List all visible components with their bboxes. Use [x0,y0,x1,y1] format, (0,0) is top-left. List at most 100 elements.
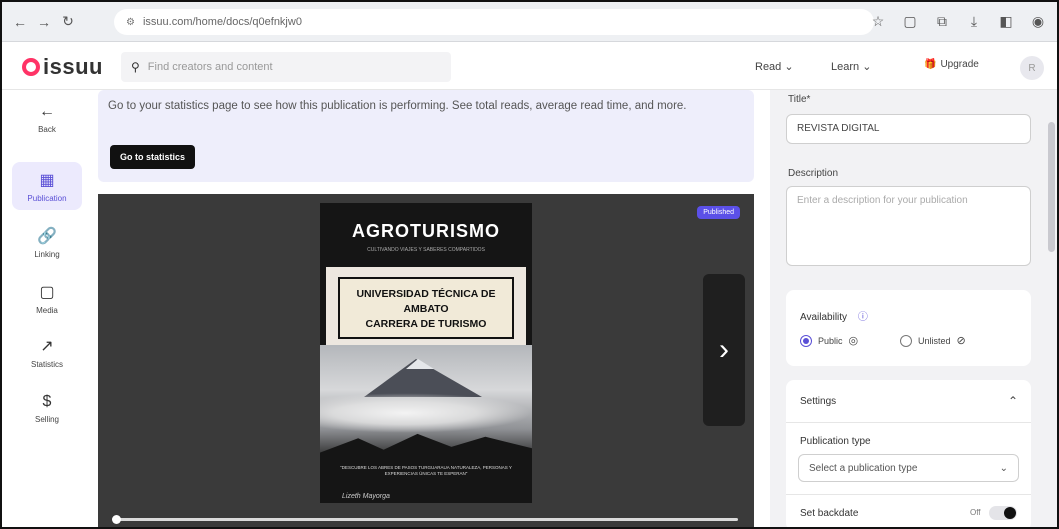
banner-text: Go to your statistics page to see how th… [108,100,687,112]
cover-plate: UNIVERSIDAD TÉCNICA DE AMBATO CARRERA DE… [338,277,514,339]
star-icon[interactable]: ☆ [867,10,889,32]
app-header: issuu ⚲ Find creators and content Read ⌄… [2,42,1057,90]
publication-cover[interactable]: AGROTURISMO CULTIVANDO VIAJES Y SABERES … [320,203,532,503]
sidebar-item-media[interactable]: ▢ Media [12,274,82,322]
go-to-statistics-button[interactable]: Go to statistics [110,145,196,169]
eye-icon: ◎ [848,335,859,347]
url-text: issuu.com/home/docs/q0efnkjw0 [142,16,302,28]
media-icon: ▢ [39,283,55,301]
chevron-down-icon: ⌄ [862,61,872,73]
sidebar-item-label: Selling [34,414,59,424]
logo-text: issuu [43,54,103,79]
publication-type-value: Select a publication type [809,462,918,474]
scrubber-handle[interactable] [112,515,121,524]
public-label: Public [818,335,843,346]
cover-plate-line: CARRERA DE TURISMO [365,318,487,330]
description-label: Description [788,168,839,179]
cover-plate-line: UNIVERSIDAD TÉCNICA DE [356,288,496,300]
cover-snowcap [406,359,434,369]
search-placeholder: Find creators and content [147,61,273,73]
upgrade-label: Upgrade [940,59,979,70]
description-field[interactable]: Enter a description for your publication [786,186,1031,266]
next-page-button[interactable]: › [703,274,745,426]
title-field[interactable]: REVISTA DIGITAL [786,114,1031,144]
chevron-down-icon: ⌄ [999,462,1008,474]
sidebar-item-publication[interactable]: ▦ Publication [12,162,82,210]
read-menu[interactable]: Read ⌄ [755,60,794,73]
details-panel: Title* REVISTA DIGITAL Description Enter… [770,90,1057,527]
avatar[interactable]: R [1020,56,1044,80]
unlisted-radio[interactable]: Unlisted ⊘ [900,334,966,347]
trend-icon: ↗ [40,337,54,355]
extension-icon[interactable]: ▢ [899,10,921,32]
public-radio[interactable]: Public ◎ [800,334,858,347]
learn-menu[interactable]: Learn ⌄ [831,60,871,73]
issuu-logo[interactable]: issuu [22,54,103,80]
publication-type-label: Publication type [800,436,871,447]
download-icon[interactable]: ⤓ [963,10,985,32]
sidebar-item-label: Back [38,124,56,134]
profile-icon[interactable]: ◉ [1027,10,1049,32]
radio-indicator [900,334,912,347]
browser-actions: ☆ ▢ ⧉ ⤓ ◧ ◉ [867,10,1049,32]
info-icon[interactable]: ⓘ [858,312,868,323]
browser-toolbar: ← → ↻ ⚙ issuu.com/home/docs/q0efnkjw0 ☆ … [2,2,1057,42]
arrow-left-icon: ← [39,102,55,120]
sidebar-item-label: Statistics [30,359,63,369]
sidebar-item-label: Linking [34,249,60,259]
cover-title: AGROTURISMO [352,221,500,241]
search-input[interactable]: ⚲ Find creators and content [121,52,451,82]
sidebar-item-back[interactable]: ← Back [12,94,82,142]
site-info-icon[interactable]: ⚙ [126,17,135,28]
logo-mark-icon [22,58,40,76]
availability-card: Availability ⓘ Public ◎ Unlisted ⊘ [786,290,1031,366]
chevron-down-icon: ⌄ [784,61,794,73]
book-icon: ▦ [39,171,55,189]
title-label: Title* [788,94,811,105]
sidebar-item-label: Media [36,305,58,315]
cover-plate-line: AMBATO [403,303,449,315]
page-scrubber[interactable] [112,515,738,524]
puzzle-icon[interactable]: ⧉ [931,10,953,32]
forward-icon[interactable]: → [32,10,56,34]
gift-icon: 🎁 [924,59,937,70]
cover-signature: Lizeth Mayorga [342,493,390,500]
statistics-banner: Go to your statistics page to see how th… [98,90,754,182]
upgrade-button[interactable]: 🎁 Upgrade [924,59,979,70]
divider [786,422,1031,423]
link-icon: 🔗 [37,227,57,245]
backdate-state: Off [970,508,981,517]
publication-viewer: Published AGROTURISMO CULTIVANDO VIAJES … [98,194,754,527]
settings-label: Settings [800,396,837,407]
chevron-up-icon[interactable]: ⌃ [1008,394,1018,408]
back-icon[interactable]: ← [8,10,32,34]
sidebar-item-linking[interactable]: 🔗 Linking [12,218,82,266]
availability-label: Availability ⓘ [800,308,868,323]
learn-label: Learn [831,61,860,73]
dollar-icon: $ [42,392,52,410]
screenshot-frame: ← → ↻ ⚙ issuu.com/home/docs/q0efnkjw0 ☆ … [0,0,1059,529]
status-badge: Published [697,206,740,219]
sidebar-item-statistics[interactable]: ↗ Statistics [12,328,82,376]
backdate-toggle[interactable] [989,506,1017,520]
chevron-right-icon: › [719,333,729,366]
read-label: Read [755,61,782,73]
cover-quote: "DESCUBRE LOS ABRES DE PASOS TURGUARAUA … [340,465,512,476]
cover-subtitle: CULTIVANDO VIAJES Y SABERES COMPARTIDOS [367,247,485,253]
backdate-label: Set backdate [800,508,859,519]
sidebar-icon[interactable]: ◧ [995,10,1017,32]
settings-card: Settings ⌃ Publication type Select a pub… [786,380,1031,527]
search-icon: ⚲ [131,60,140,74]
publication-type-select[interactable]: Select a publication type ⌄ [798,454,1019,482]
divider [786,494,1031,495]
panel-scrollbar[interactable] [1048,122,1055,252]
reload-icon[interactable]: ↻ [56,10,80,34]
sidebar-item-label: Publication [27,193,67,203]
unlisted-label: Unlisted [918,335,951,346]
radio-indicator [800,334,812,347]
left-sidebar: ← Back ▦ Publication 🔗 Linking ▢ Media ↗… [2,90,90,527]
address-bar[interactable]: ⚙ issuu.com/home/docs/q0efnkjw0 [114,9,874,35]
eye-off-icon: ⊘ [956,335,966,347]
cover-clouds [320,393,532,433]
sidebar-item-selling[interactable]: $ Selling [12,384,82,432]
